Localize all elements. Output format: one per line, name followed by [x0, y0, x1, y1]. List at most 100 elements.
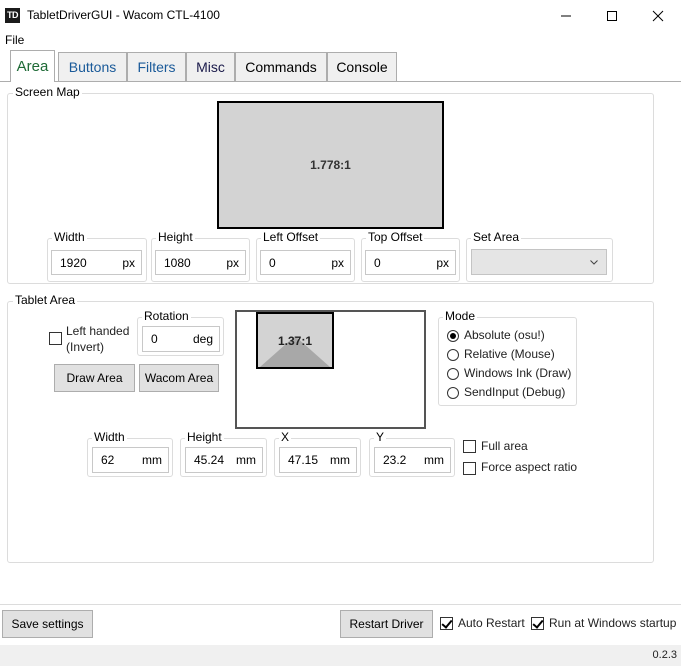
chevron-down-icon — [590, 259, 598, 265]
screen-height-input[interactable]: 1080 px — [155, 250, 246, 275]
tablet-height-input[interactable]: 45.24 mm — [185, 447, 263, 473]
tablet-y-value: 23.2 — [383, 453, 407, 467]
run-at-startup-checkbox[interactable] — [531, 617, 544, 630]
minimize-icon — [561, 15, 571, 16]
auto-restart-checkbox[interactable] — [440, 617, 453, 630]
tablet-y-unit: mm — [424, 453, 444, 467]
tab-commands[interactable]: Commands — [235, 52, 327, 81]
tablet-area-group: Tablet Area Left handed (Invert) Rotatio… — [7, 293, 654, 563]
tablet-x-unit: mm — [330, 453, 350, 467]
tablet-ratio-label: 1.37:1 — [277, 334, 313, 348]
tablet-y-label: Y — [374, 430, 387, 444]
mode-absolute-label: Absolute (osu!) — [464, 328, 545, 342]
close-button[interactable] — [635, 0, 681, 31]
draw-area-button[interactable]: Draw Area — [54, 364, 135, 392]
tablet-y-box: Y 23.2 mm — [369, 430, 455, 477]
tablet-height-value: 45.24 — [194, 453, 225, 467]
full-area-checkbox[interactable] — [463, 440, 476, 453]
rotation-unit: deg — [192, 332, 213, 346]
tab-content: Screen Map 1.778:1 Width 1920 px Height … — [0, 82, 681, 604]
left-handed-label-line2: (Invert) — [66, 340, 105, 354]
version-label: 0.2.3 — [652, 649, 677, 661]
save-settings-button[interactable]: Save settings — [2, 610, 93, 638]
mode-absolute-radio[interactable] — [447, 330, 459, 342]
mode-relative-radio[interactable] — [447, 349, 459, 361]
set-area-dropdown[interactable] — [471, 249, 607, 275]
screen-height-value: 1080 — [164, 255, 191, 270]
full-area-label: Full area — [481, 439, 528, 453]
tablet-x-label: X — [279, 430, 292, 444]
force-aspect-label: Force aspect ratio — [481, 460, 578, 474]
window-title: TabletDriverGUI - Wacom CTL-4100 — [27, 8, 220, 22]
mode-relative-label: Relative (Mouse) — [464, 347, 555, 361]
rotation-input[interactable]: 0 deg — [142, 326, 220, 352]
screen-width-value: 1920 — [60, 255, 87, 270]
tab-filters[interactable]: Filters — [127, 52, 186, 81]
tab-misc[interactable]: Misc — [186, 52, 235, 81]
screen-map-title: Screen Map — [13, 85, 82, 99]
tablet-area-title: Tablet Area — [13, 293, 78, 307]
left-offset-unit: px — [331, 255, 344, 270]
set-area-box: Set Area — [466, 230, 613, 282]
mode-windows-ink-radio[interactable] — [447, 368, 459, 380]
mode-sendinput-radio[interactable] — [447, 387, 459, 399]
tablet-y-input[interactable]: 23.2 mm — [374, 447, 451, 473]
left-offset-input[interactable]: 0 px — [260, 250, 351, 275]
left-handed-label-line1: Left handed — [66, 324, 130, 338]
left-offset-label: Left Offset — [261, 230, 321, 244]
mode-sendinput-label: SendInput (Debug) — [464, 385, 566, 399]
screen-width-box: Width 1920 px — [47, 230, 147, 282]
force-aspect-checkbox[interactable] — [463, 462, 476, 475]
screen-height-unit: px — [226, 255, 239, 270]
menu-file[interactable]: File — [5, 33, 24, 47]
maximize-icon — [607, 10, 617, 21]
left-offset-box: Left Offset 0 px — [256, 230, 355, 282]
mode-box: Mode Absolute (osu!) Relative (Mouse) Wi… — [438, 309, 577, 406]
rotation-value: 0 — [151, 332, 158, 346]
minimize-button[interactable] — [543, 0, 589, 31]
maximize-button[interactable] — [589, 0, 635, 31]
top-offset-unit: px — [436, 255, 449, 270]
tablet-area-preview[interactable]: 1.37:1 — [235, 310, 426, 429]
left-handed-checkbox[interactable] — [49, 332, 62, 345]
tablet-height-unit: mm — [236, 453, 256, 467]
tablet-width-value: 62 — [101, 453, 115, 467]
tablet-x-value: 47.15 — [288, 453, 319, 467]
rotation-box: Rotation 0 deg — [137, 309, 224, 356]
run-at-startup-label: Run at Windows startup — [549, 616, 677, 630]
tab-buttons[interactable]: Buttons — [58, 52, 127, 81]
close-icon — [652, 10, 664, 21]
screen-map-group: Screen Map 1.778:1 Width 1920 px Height … — [7, 85, 654, 284]
tablet-area-rect[interactable]: 1.37:1 — [256, 312, 334, 369]
screen-width-unit: px — [122, 255, 135, 270]
tablet-width-input[interactable]: 62 mm — [92, 447, 169, 473]
tablet-height-box: Height 45.24 mm — [180, 430, 267, 477]
restart-driver-button[interactable]: Restart Driver — [340, 610, 433, 638]
screen-ratio-label: 1.778:1 — [310, 158, 351, 172]
screen-map-preview: 1.778:1 — [217, 101, 444, 229]
top-offset-input[interactable]: 0 px — [365, 250, 456, 275]
screen-width-label: Width — [52, 230, 87, 244]
top-offset-box: Top Offset 0 px — [361, 230, 460, 282]
left-offset-value: 0 — [269, 255, 276, 270]
screen-height-box: Height 1080 px — [151, 230, 250, 282]
tab-console[interactable]: Console — [327, 52, 397, 81]
left-handed-label: Left handed (Invert) — [66, 323, 129, 355]
tablet-x-box: X 47.15 mm — [274, 430, 361, 477]
rotation-label: Rotation — [142, 309, 191, 323]
auto-restart-label: Auto Restart — [458, 616, 525, 630]
top-offset-label: Top Offset — [366, 230, 425, 244]
set-area-label: Set Area — [471, 230, 522, 244]
tablet-width-label: Width — [92, 430, 127, 444]
mode-windows-ink-label: Windows Ink (Draw) — [464, 366, 572, 380]
mode-label: Mode — [443, 309, 478, 323]
tablet-width-box: Width 62 mm — [87, 430, 173, 477]
wacom-area-button[interactable]: Wacom Area — [139, 364, 219, 392]
tablet-x-input[interactable]: 47.15 mm — [279, 447, 357, 473]
tablet-height-label: Height — [185, 430, 224, 444]
top-offset-value: 0 — [374, 255, 381, 270]
screen-width-input[interactable]: 1920 px — [51, 250, 142, 275]
app-icon: TD — [5, 8, 20, 23]
screen-height-label: Height — [156, 230, 195, 244]
tab-area[interactable]: Area — [10, 50, 55, 82]
